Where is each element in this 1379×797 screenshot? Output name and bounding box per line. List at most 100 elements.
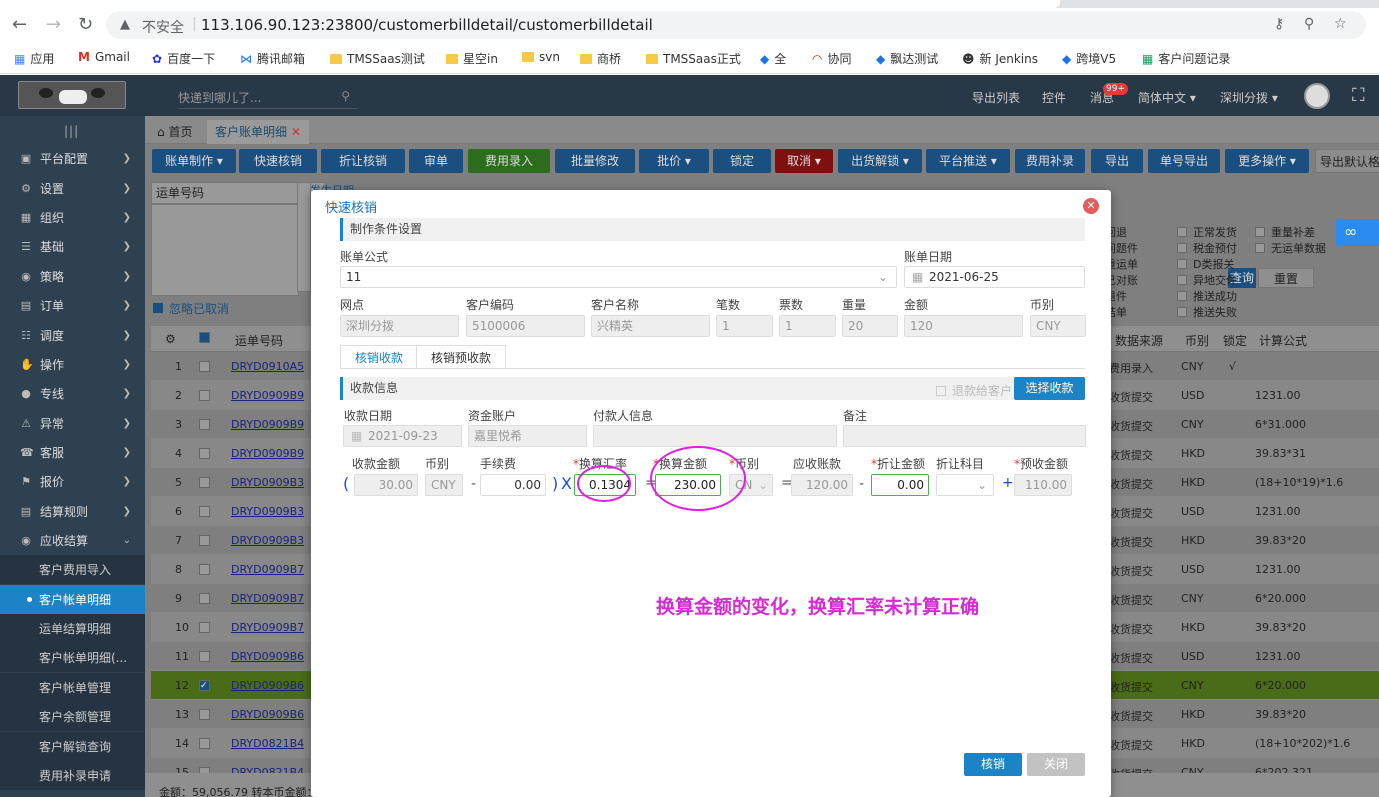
sidebar-item-dispatch[interactable]: ☷ 调度 ❯ xyxy=(0,321,145,350)
btn-fee-supplement[interactable]: 费用补录 xyxy=(1015,149,1085,173)
grid-settings-icon[interactable]: ⚙ xyxy=(165,332,176,346)
close-icon[interactable]: ✕ xyxy=(1083,198,1099,214)
btn-fee-entry[interactable]: 费用录入 xyxy=(468,149,550,173)
sidebar-item-quote[interactable]: ⚑ 报价 ❯ xyxy=(0,467,145,496)
filter-text-area[interactable] xyxy=(151,204,299,296)
bookmark-shangqiao[interactable]: 商桥 xyxy=(580,50,621,67)
sidebar-item-operation[interactable]: ✋ 操作 ❯ xyxy=(0,350,145,379)
avatar[interactable] xyxy=(1304,83,1330,109)
branch-select[interactable]: 深圳分拨 ▾ xyxy=(1220,89,1278,106)
btn-export-numbers[interactable]: 单号导出 xyxy=(1148,149,1220,173)
row-checkbox[interactable] xyxy=(199,622,210,633)
sidebar-item-rules[interactable]: ▤ 结算规则 ❯ xyxy=(0,497,145,526)
baidu-float-icon[interactable]: ∞ xyxy=(1336,219,1379,246)
row-checkbox[interactable] xyxy=(199,593,210,604)
bill-formula-select[interactable]: 11 ⌄ xyxy=(340,266,897,288)
col-waybill[interactable]: 运单号码 xyxy=(235,332,283,349)
sidebar-sub-bill-detail[interactable]: 客户帐单明细 xyxy=(0,585,145,614)
clear-button[interactable] xyxy=(297,182,311,292)
refund-checkbox[interactable]: 退款给客户 xyxy=(936,382,1012,399)
check-d-declare[interactable]: D类报关 xyxy=(1177,256,1234,272)
btn-batch-modify[interactable]: 批量修改 xyxy=(555,149,635,173)
sidebar-item-platform[interactable]: ▣ 平台配置 ❯ xyxy=(0,144,145,173)
row-checkbox[interactable] xyxy=(199,419,210,430)
fullscreen-icon[interactable]: ⛶ xyxy=(1352,85,1365,106)
sidebar-sub-balance[interactable]: 客户余额管理 xyxy=(0,702,145,731)
col-lock[interactable]: 锁定 xyxy=(1223,332,1247,349)
select-all-checkbox[interactable] xyxy=(199,332,210,343)
btn-lock[interactable]: 锁定 xyxy=(713,149,771,173)
waybill-link[interactable]: DRYD0909B3 xyxy=(231,505,304,518)
row-checkbox[interactable] xyxy=(199,361,210,372)
sidebar-sub-bill-manage[interactable]: 客户帐单管理 xyxy=(0,673,145,702)
waybill-link[interactable]: DRYD0909B7 xyxy=(231,592,304,605)
search-icon[interactable]: ⚲ xyxy=(341,89,350,103)
select-receipt-button[interactable]: 选择收款 xyxy=(1014,377,1085,400)
confirm-writeoff-button[interactable]: 核销 xyxy=(964,753,1022,776)
waybill-link[interactable]: DRYD0909B3 xyxy=(231,476,304,489)
bookmark-piaoda[interactable]: ◆ 飘达测试 xyxy=(876,50,938,67)
waybill-link[interactable]: DRYD0909B9 xyxy=(231,389,304,402)
waybill-link[interactable]: DRYD0909B9 xyxy=(231,447,304,460)
btn-discount-writeoff[interactable]: 折让核销 xyxy=(321,149,405,173)
bill-date-input[interactable]: ▦ 2021-06-25 xyxy=(904,266,1085,288)
row-checkbox[interactable] xyxy=(199,506,210,517)
sidebar-item-order[interactable]: ▤ 订单 ❯ xyxy=(0,291,145,320)
waybill-link[interactable]: DRYD0909B6 xyxy=(231,708,304,721)
sidebar-item-org[interactable]: ▦ 组织 ❯ xyxy=(0,203,145,232)
check-push-ok[interactable]: 推送成功 xyxy=(1177,288,1237,304)
bookmark-tencent-mail[interactable]: ⋈ 腾讯邮箱 xyxy=(240,50,305,67)
messages-link[interactable]: 消息 99+ xyxy=(1090,83,1129,106)
btn-platform-push[interactable]: 平台推送 ▾ xyxy=(926,149,1010,173)
bookmark-gmail[interactable]: M Gmail xyxy=(78,50,130,64)
sidebar-item-basic[interactable]: ☰ 基础 ❯ xyxy=(0,232,145,261)
key-icon[interactable]: ⚷ xyxy=(1274,16,1284,32)
row-checkbox[interactable] xyxy=(199,390,210,401)
tab-bill-detail[interactable]: 客户账单明细 ✕ xyxy=(207,120,309,144)
row-checkbox[interactable] xyxy=(199,477,210,488)
ignore-cancelled-checkbox[interactable]: 忽略已取消 xyxy=(153,300,229,317)
sidebar-item-line[interactable]: ● 专线 ❯ xyxy=(0,379,145,408)
btn-export[interactable]: 导出 xyxy=(1091,149,1143,173)
sidebar-sub-waybill-settlement[interactable]: 运单结算明细 xyxy=(0,614,145,643)
btn-more[interactable]: 更多操作 ▾ xyxy=(1225,149,1309,173)
export-list-link[interactable]: 导出列表 xyxy=(972,89,1020,106)
check-remote[interactable]: 异地交件 xyxy=(1177,272,1237,288)
close-button[interactable]: 关闭 xyxy=(1027,753,1085,776)
url-box[interactable]: ▲ 不安全 | 113.106.90.123:23800/customerbil… xyxy=(106,11,1366,39)
sidebar-item-service[interactable]: ☎ 客服 ❯ xyxy=(0,438,145,467)
sidebar-item-settings[interactable]: ⚙ 设置 ❯ xyxy=(0,174,145,203)
check-normal[interactable]: 正常发货 xyxy=(1177,224,1237,240)
btn-quick-writeoff[interactable]: 快速核销 xyxy=(239,149,317,173)
bookmark-baidu[interactable]: ✿ 百度一下 xyxy=(152,50,215,67)
sidebar-sub-fee-supplement[interactable]: 费用补录申请 xyxy=(0,761,145,790)
sidebar-sub-fee-import[interactable]: 客户费用导入 xyxy=(0,555,145,584)
bookmark-quan[interactable]: ◆ 全 xyxy=(760,50,786,67)
waybill-link[interactable]: DRYD0821B4 xyxy=(231,737,304,750)
tracking-search-input[interactable]: 快递到哪儿了... ⚲ xyxy=(178,89,358,109)
waybill-link[interactable]: DRYD0909B3 xyxy=(231,534,304,547)
star-icon[interactable]: ☆ xyxy=(1334,16,1347,32)
bookmark-jenkins[interactable]: ☻ 新 Jenkins xyxy=(962,50,1038,67)
col-currency[interactable]: 币别 xyxy=(1185,332,1209,349)
row-checkbox[interactable] xyxy=(199,738,210,749)
bookmark-xingkong[interactable]: 星空in xyxy=(446,50,498,67)
check-weight-diff[interactable]: 重量补差 xyxy=(1255,224,1315,240)
btn-cancel[interactable]: 取消 ▾ xyxy=(775,149,833,173)
waybill-link[interactable]: DRYD0909B7 xyxy=(231,621,304,634)
reload-icon[interactable]: ↻ xyxy=(78,16,93,34)
row-checkbox[interactable] xyxy=(199,564,210,575)
tab-writeoff-receipt[interactable]: 核销收款 xyxy=(340,345,419,369)
url-text[interactable]: 113.106.90.123:23800/customerbilldetail/… xyxy=(201,16,653,34)
col-source[interactable]: 数据来源 xyxy=(1115,332,1163,349)
row-checkbox[interactable] xyxy=(199,448,210,459)
tab-writeoff-prepaid[interactable]: 核销预收款 xyxy=(416,345,507,369)
waybill-link[interactable]: DRYD0909B6 xyxy=(231,679,304,692)
check-tax-prepaid[interactable]: 税金预付 xyxy=(1177,240,1237,256)
sidebar-item-exception[interactable]: ⚠ 异常 ❯ xyxy=(0,409,145,438)
controls-link[interactable]: 控件 xyxy=(1042,89,1066,106)
waybill-link[interactable]: DRYD0910A5 xyxy=(231,360,304,373)
arrow-left-icon[interactable]: ← xyxy=(12,16,27,34)
row-checkbox[interactable] xyxy=(199,709,210,720)
row-checkbox[interactable]: ✓ xyxy=(199,680,210,691)
